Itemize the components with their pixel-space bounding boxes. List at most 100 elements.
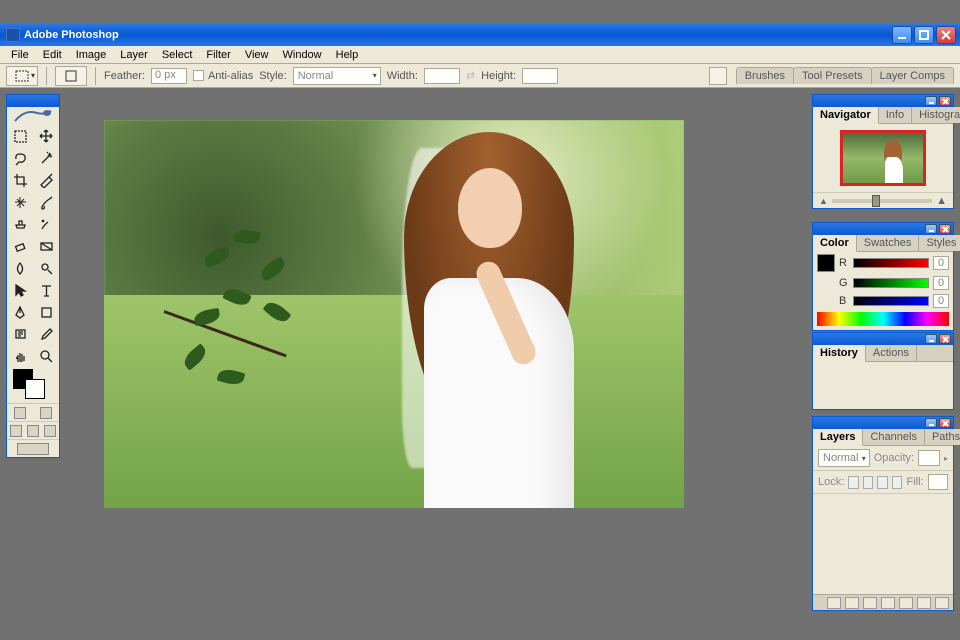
channel-value-R[interactable]: 0 <box>933 256 949 270</box>
opacity-flyout-icon[interactable]: ▸ <box>944 454 948 463</box>
height-input[interactable] <box>522 68 558 84</box>
close-button[interactable] <box>936 26 956 44</box>
minimize-button[interactable] <box>892 26 912 44</box>
dodge-tool[interactable] <box>33 257 59 279</box>
color-tab-styles[interactable]: Styles <box>919 235 960 251</box>
eyedropper-tool[interactable] <box>33 323 59 345</box>
layer-style-button[interactable] <box>845 597 859 609</box>
type-tool[interactable] <box>33 279 59 301</box>
fill-input[interactable] <box>928 474 948 490</box>
layers-tab-paths[interactable]: Paths <box>925 429 960 445</box>
blur-tool[interactable] <box>7 257 33 279</box>
dock-tab-layer-comps[interactable]: Layer Comps <box>871 67 954 84</box>
layers-tab-layers[interactable]: Layers <box>813 429 863 446</box>
marquee-tool[interactable] <box>7 125 33 147</box>
menu-file[interactable]: File <box>4 47 36 63</box>
magic-wand-tool[interactable] <box>33 147 59 169</box>
panel-minimize-button[interactable] <box>925 224 937 234</box>
pen-tool[interactable] <box>7 301 33 323</box>
quickmask-mode-button[interactable] <box>40 407 52 419</box>
navigator-header[interactable] <box>813 95 953 107</box>
width-input[interactable] <box>424 68 460 84</box>
opacity-input[interactable] <box>918 450 940 466</box>
crop-tool[interactable] <box>7 169 33 191</box>
jump-to-imageready-button[interactable] <box>17 443 49 455</box>
lock-position-button[interactable] <box>877 476 888 489</box>
healing-brush-tool[interactable] <box>7 191 33 213</box>
brush-tool[interactable] <box>33 191 59 213</box>
lock-transparency-button[interactable] <box>848 476 859 489</box>
zoom-out-icon[interactable]: ▲ <box>819 196 828 206</box>
document-canvas[interactable] <box>104 120 684 508</box>
gradient-tool[interactable] <box>33 235 59 257</box>
layers-header[interactable] <box>813 417 953 429</box>
maximize-button[interactable] <box>914 26 934 44</box>
zoom-slider[interactable]: ▲ ▲ <box>813 192 953 208</box>
channel-slider-B[interactable] <box>853 296 929 306</box>
path-selection-tool[interactable] <box>7 279 33 301</box>
lock-image-button[interactable] <box>863 476 874 489</box>
panel-close-button[interactable] <box>939 224 951 234</box>
channel-slider-R[interactable] <box>853 258 929 268</box>
navigator-tab-navigator[interactable]: Navigator <box>813 107 879 124</box>
navigator-tab-histogram[interactable]: Histogram <box>912 107 960 123</box>
history-tab-history[interactable]: History <box>813 345 866 362</box>
background-color-swatch[interactable] <box>25 379 45 399</box>
new-layer-button[interactable] <box>917 597 931 609</box>
history-tab-actions[interactable]: Actions <box>866 345 917 361</box>
history-header[interactable] <box>813 333 953 345</box>
screen-full-menubar-button[interactable] <box>27 425 39 437</box>
toolbox-header[interactable] <box>7 95 59 107</box>
style-select[interactable]: Normal <box>293 67 381 85</box>
zoom-tool[interactable] <box>33 345 59 367</box>
layers-list[interactable] <box>813 494 953 604</box>
color-tab-swatches[interactable]: Swatches <box>857 235 920 251</box>
history-brush-tool[interactable] <box>33 213 59 235</box>
link-wh-icon[interactable]: ⇄ <box>466 69 475 82</box>
selection-mode-new[interactable] <box>55 66 87 86</box>
panel-minimize-button[interactable] <box>925 418 937 428</box>
shape-tool[interactable] <box>33 301 59 323</box>
move-tool[interactable] <box>33 125 59 147</box>
screen-standard-button[interactable] <box>10 425 22 437</box>
delete-layer-button[interactable] <box>935 597 949 609</box>
menu-edit[interactable]: Edit <box>36 47 69 63</box>
color-swatches[interactable] <box>7 367 59 403</box>
lock-all-button[interactable] <box>892 476 903 489</box>
panel-close-button[interactable] <box>939 334 951 344</box>
blend-mode-select[interactable]: Normal <box>818 449 870 467</box>
screen-full-button[interactable] <box>44 425 56 437</box>
menu-layer[interactable]: Layer <box>113 47 155 63</box>
menu-filter[interactable]: Filter <box>199 47 237 63</box>
zoom-in-icon[interactable]: ▲ <box>936 195 947 207</box>
layer-set-button[interactable] <box>881 597 895 609</box>
feather-input[interactable]: 0 px <box>151 68 187 84</box>
layer-mask-button[interactable] <box>863 597 877 609</box>
layer-link-button[interactable] <box>827 597 841 609</box>
panel-close-button[interactable] <box>939 418 951 428</box>
menu-select[interactable]: Select <box>155 47 200 63</box>
antialias-option[interactable]: Anti-alias <box>193 70 253 82</box>
slice-tool[interactable] <box>33 169 59 191</box>
adjustment-layer-button[interactable] <box>899 597 913 609</box>
dock-tab-brushes[interactable]: Brushes <box>736 67 794 84</box>
menu-view[interactable]: View <box>238 47 276 63</box>
channel-slider-G[interactable] <box>853 278 929 288</box>
notes-tool[interactable] <box>7 323 33 345</box>
lasso-tool[interactable] <box>7 147 33 169</box>
channel-value-B[interactable]: 0 <box>933 294 949 308</box>
menu-help[interactable]: Help <box>329 47 366 63</box>
eraser-tool[interactable] <box>7 235 33 257</box>
color-header[interactable] <box>813 223 953 235</box>
navigator-thumbnail[interactable] <box>840 130 926 186</box>
color-foreground-swatch[interactable] <box>817 254 835 272</box>
menu-image[interactable]: Image <box>69 47 114 63</box>
palette-well-toggle[interactable] <box>709 67 727 85</box>
clone-stamp-tool[interactable] <box>7 213 33 235</box>
antialias-checkbox[interactable] <box>193 70 204 81</box>
standard-mode-button[interactable] <box>14 407 26 419</box>
tool-preset-picker[interactable]: ▾ <box>6 66 38 86</box>
navigator-tab-info[interactable]: Info <box>879 107 912 123</box>
panel-minimize-button[interactable] <box>925 96 937 106</box>
hand-tool[interactable] <box>7 345 33 367</box>
